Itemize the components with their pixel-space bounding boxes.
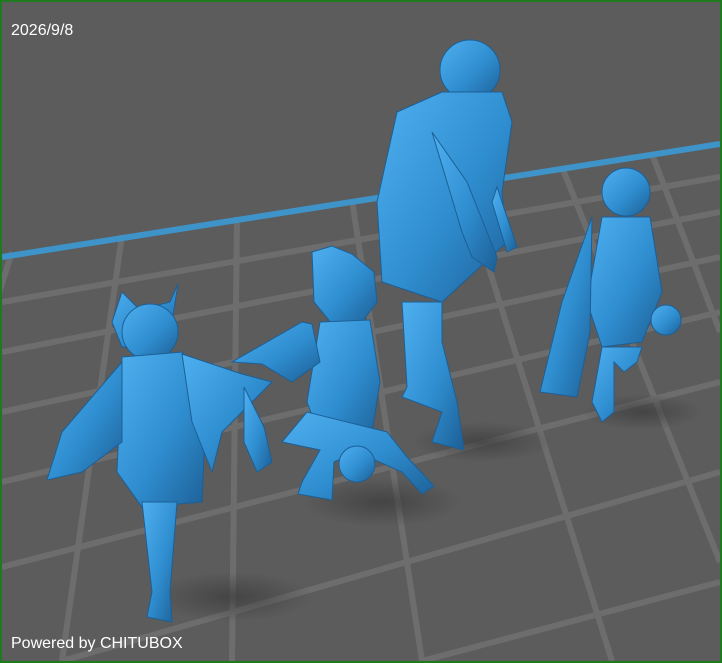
3d-viewport[interactable]: 2026/9/8 Powered by CHITUBOX	[2, 2, 720, 661]
scene-canvas[interactable]	[2, 2, 720, 661]
date-label: 2026/9/8	[11, 22, 74, 39]
watermark-label: Powered by CHITUBOX	[11, 635, 183, 652]
